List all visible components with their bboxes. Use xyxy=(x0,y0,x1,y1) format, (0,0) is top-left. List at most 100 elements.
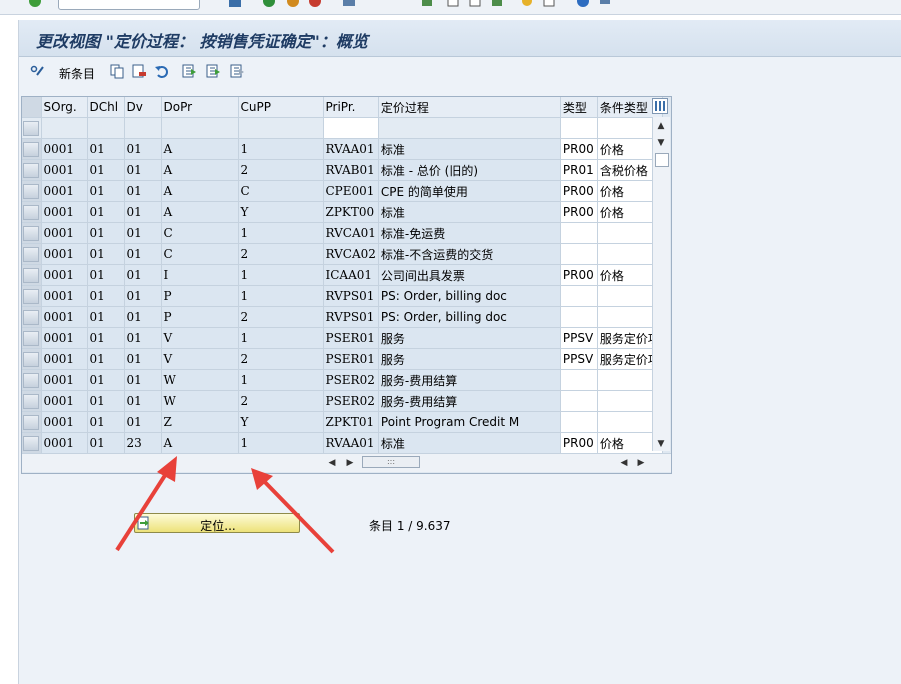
table-cell[interactable]: PSER01 xyxy=(323,327,379,349)
column-header[interactable]: CuPP xyxy=(238,97,324,118)
column-header[interactable]: PriPr. xyxy=(323,97,379,118)
table-cell[interactable] xyxy=(560,243,598,265)
column-header[interactable]: SOrg. xyxy=(41,97,88,118)
scroll-right-icon[interactable]: ▶ xyxy=(345,458,355,468)
row-selector[interactable] xyxy=(22,222,42,244)
horizontal-scroll-thumb[interactable]: ::: xyxy=(362,456,420,468)
row-selector-button[interactable] xyxy=(23,120,39,136)
row-selector-button[interactable] xyxy=(23,393,39,409)
column-header[interactable]: DoPr xyxy=(161,97,239,118)
row-selector-button[interactable] xyxy=(23,330,39,346)
last-page-icon[interactable] xyxy=(490,0,504,8)
scroll-right-end-icon[interactable]: ▶ xyxy=(636,458,646,468)
row-selector[interactable] xyxy=(22,201,42,223)
table-cell[interactable]: ZPKT00 xyxy=(323,201,379,223)
table-row[interactable]: 0001 01 01 W 1 PSER02 服务-费用结算 xyxy=(22,369,663,391)
display-change-icon[interactable] xyxy=(29,63,45,79)
table-row[interactable]: 0001 01 01 W 2 PSER02 服务-费用结算 xyxy=(22,390,663,412)
next-page-icon[interactable] xyxy=(468,0,482,8)
new-entries-button[interactable]: 新条目 xyxy=(59,65,95,82)
table-cell[interactable] xyxy=(560,390,598,412)
scroll-right-end-left-icon[interactable]: ◀ xyxy=(619,458,629,468)
back-icon[interactable] xyxy=(262,0,276,8)
row-selector-button[interactable] xyxy=(23,267,39,283)
command-field[interactable] xyxy=(58,0,200,10)
table-cell[interactable]: PPSV xyxy=(560,348,598,370)
table-cell[interactable] xyxy=(560,222,598,244)
row-selector-button[interactable] xyxy=(23,372,39,388)
table-cell[interactable]: 标准 xyxy=(378,432,561,454)
table-cell[interactable]: Point Program Credit M xyxy=(378,411,561,433)
table-row[interactable]: 0001 01 01 A 1 RVAA01 标准 PR00 价格 xyxy=(22,138,663,160)
row-selector[interactable] xyxy=(22,369,42,391)
cancel-icon[interactable] xyxy=(308,0,322,8)
delete-icon[interactable] xyxy=(131,63,147,79)
table-cell[interactable]: RVPS01 xyxy=(323,285,379,307)
table-row-empty[interactable] xyxy=(22,117,663,139)
table-cell[interactable]: PR00 xyxy=(560,201,598,223)
table-row[interactable]: 0001 01 01 I 1 ICAA01 公司间出具发票 PR00 价格 xyxy=(22,264,663,286)
vertical-scroll-thumb[interactable] xyxy=(655,153,669,167)
scroll-up-icon[interactable]: ▲ xyxy=(656,121,666,131)
table-cell[interactable] xyxy=(378,117,561,139)
table-cell[interactable]: PSER02 xyxy=(323,390,379,412)
undo-icon[interactable] xyxy=(154,63,170,79)
table-cell[interactable]: PS: Order, billing doc xyxy=(378,306,561,328)
first-page-icon[interactable] xyxy=(420,0,434,8)
row-selector-button[interactable] xyxy=(23,435,39,451)
table-cell[interactable]: RVAA01 xyxy=(323,138,379,160)
table-cell[interactable]: 标准-不含运费的交货 xyxy=(378,243,561,265)
row-selector-button[interactable] xyxy=(23,204,39,220)
table-row[interactable]: 0001 01 01 A C CPE001 CPE 的简单使用 PR00 价格 xyxy=(22,180,663,202)
column-header[interactable]: DChl xyxy=(87,97,125,118)
table-cell[interactable]: 标准 xyxy=(378,201,561,223)
row-selector-button[interactable] xyxy=(23,183,39,199)
row-selector[interactable] xyxy=(22,411,42,433)
table-row[interactable]: 0001 01 01 C 1 RVCA01 标准-免运费 xyxy=(22,222,663,244)
row-selector-button[interactable] xyxy=(23,162,39,178)
table-row[interactable]: 0001 01 01 V 2 PSER01 服务 PPSV 服务定价项 xyxy=(22,348,663,370)
select-all-icon[interactable] xyxy=(181,63,197,79)
help-icon[interactable] xyxy=(576,0,590,8)
table-cell[interactable]: PR01 xyxy=(560,159,598,181)
customize-layout-icon[interactable] xyxy=(598,0,612,8)
table-cell[interactable]: CPE 的简单使用 xyxy=(378,180,561,202)
table-cell[interactable]: ZPKT01 xyxy=(323,411,379,433)
select-block-icon[interactable] xyxy=(205,63,221,79)
locate-button[interactable]: 定位... xyxy=(134,513,300,533)
select-all-header[interactable] xyxy=(22,97,42,118)
table-row[interactable]: 0001 01 01 A Y ZPKT00 标准 PR00 价格 xyxy=(22,201,663,223)
scroll-down-icon[interactable]: ▼ xyxy=(656,439,666,449)
table-cell[interactable]: RVCA02 xyxy=(323,243,379,265)
save-icon[interactable] xyxy=(228,0,242,8)
table-cell[interactable]: 标准 - 总价 (旧的) xyxy=(378,159,561,181)
table-cell[interactable]: ICAA01 xyxy=(323,264,379,286)
row-selector[interactable] xyxy=(22,285,42,307)
row-selector[interactable] xyxy=(22,390,42,412)
table-cell[interactable]: PR00 xyxy=(560,180,598,202)
table-cell[interactable]: RVAA01 xyxy=(323,432,379,454)
copy-icon[interactable] xyxy=(109,63,125,79)
column-header[interactable]: 定价过程 xyxy=(378,97,561,118)
exit-icon[interactable] xyxy=(286,0,300,8)
row-selector[interactable] xyxy=(22,180,42,202)
table-row[interactable]: 0001 01 01 V 1 PSER01 服务 PPSV 服务定价项 xyxy=(22,327,663,349)
row-selector-button[interactable] xyxy=(23,288,39,304)
table-cell[interactable]: 公司间出具发票 xyxy=(378,264,561,286)
table-row[interactable]: 0001 01 01 A 2 RVAB01 标准 - 总价 (旧的) PR01 含税价格 xyxy=(22,159,663,181)
row-selector[interactable] xyxy=(22,432,42,454)
column-header[interactable]: Dv xyxy=(124,97,162,118)
previous-page-icon[interactable] xyxy=(446,0,460,8)
row-selector-button[interactable] xyxy=(23,351,39,367)
table-row[interactable]: 0001 01 01 Z Y ZPKT01 Point Program Credit M xyxy=(22,411,663,433)
row-selector-button[interactable] xyxy=(23,225,39,241)
deselect-all-icon[interactable] xyxy=(229,63,245,79)
scroll-page-down-icon[interactable]: ▼ xyxy=(656,138,666,148)
row-selector[interactable] xyxy=(22,243,42,265)
row-selector-button[interactable] xyxy=(23,141,39,157)
table-cell[interactable]: PSER02 xyxy=(323,369,379,391)
horizontal-scrollbar[interactable]: ◀ ▶ ::: ◀ ▶ xyxy=(22,453,671,472)
table-cell[interactable]: PPSV xyxy=(560,327,598,349)
table-cell[interactable]: RVAB01 xyxy=(323,159,379,181)
row-selector[interactable] xyxy=(22,327,42,349)
